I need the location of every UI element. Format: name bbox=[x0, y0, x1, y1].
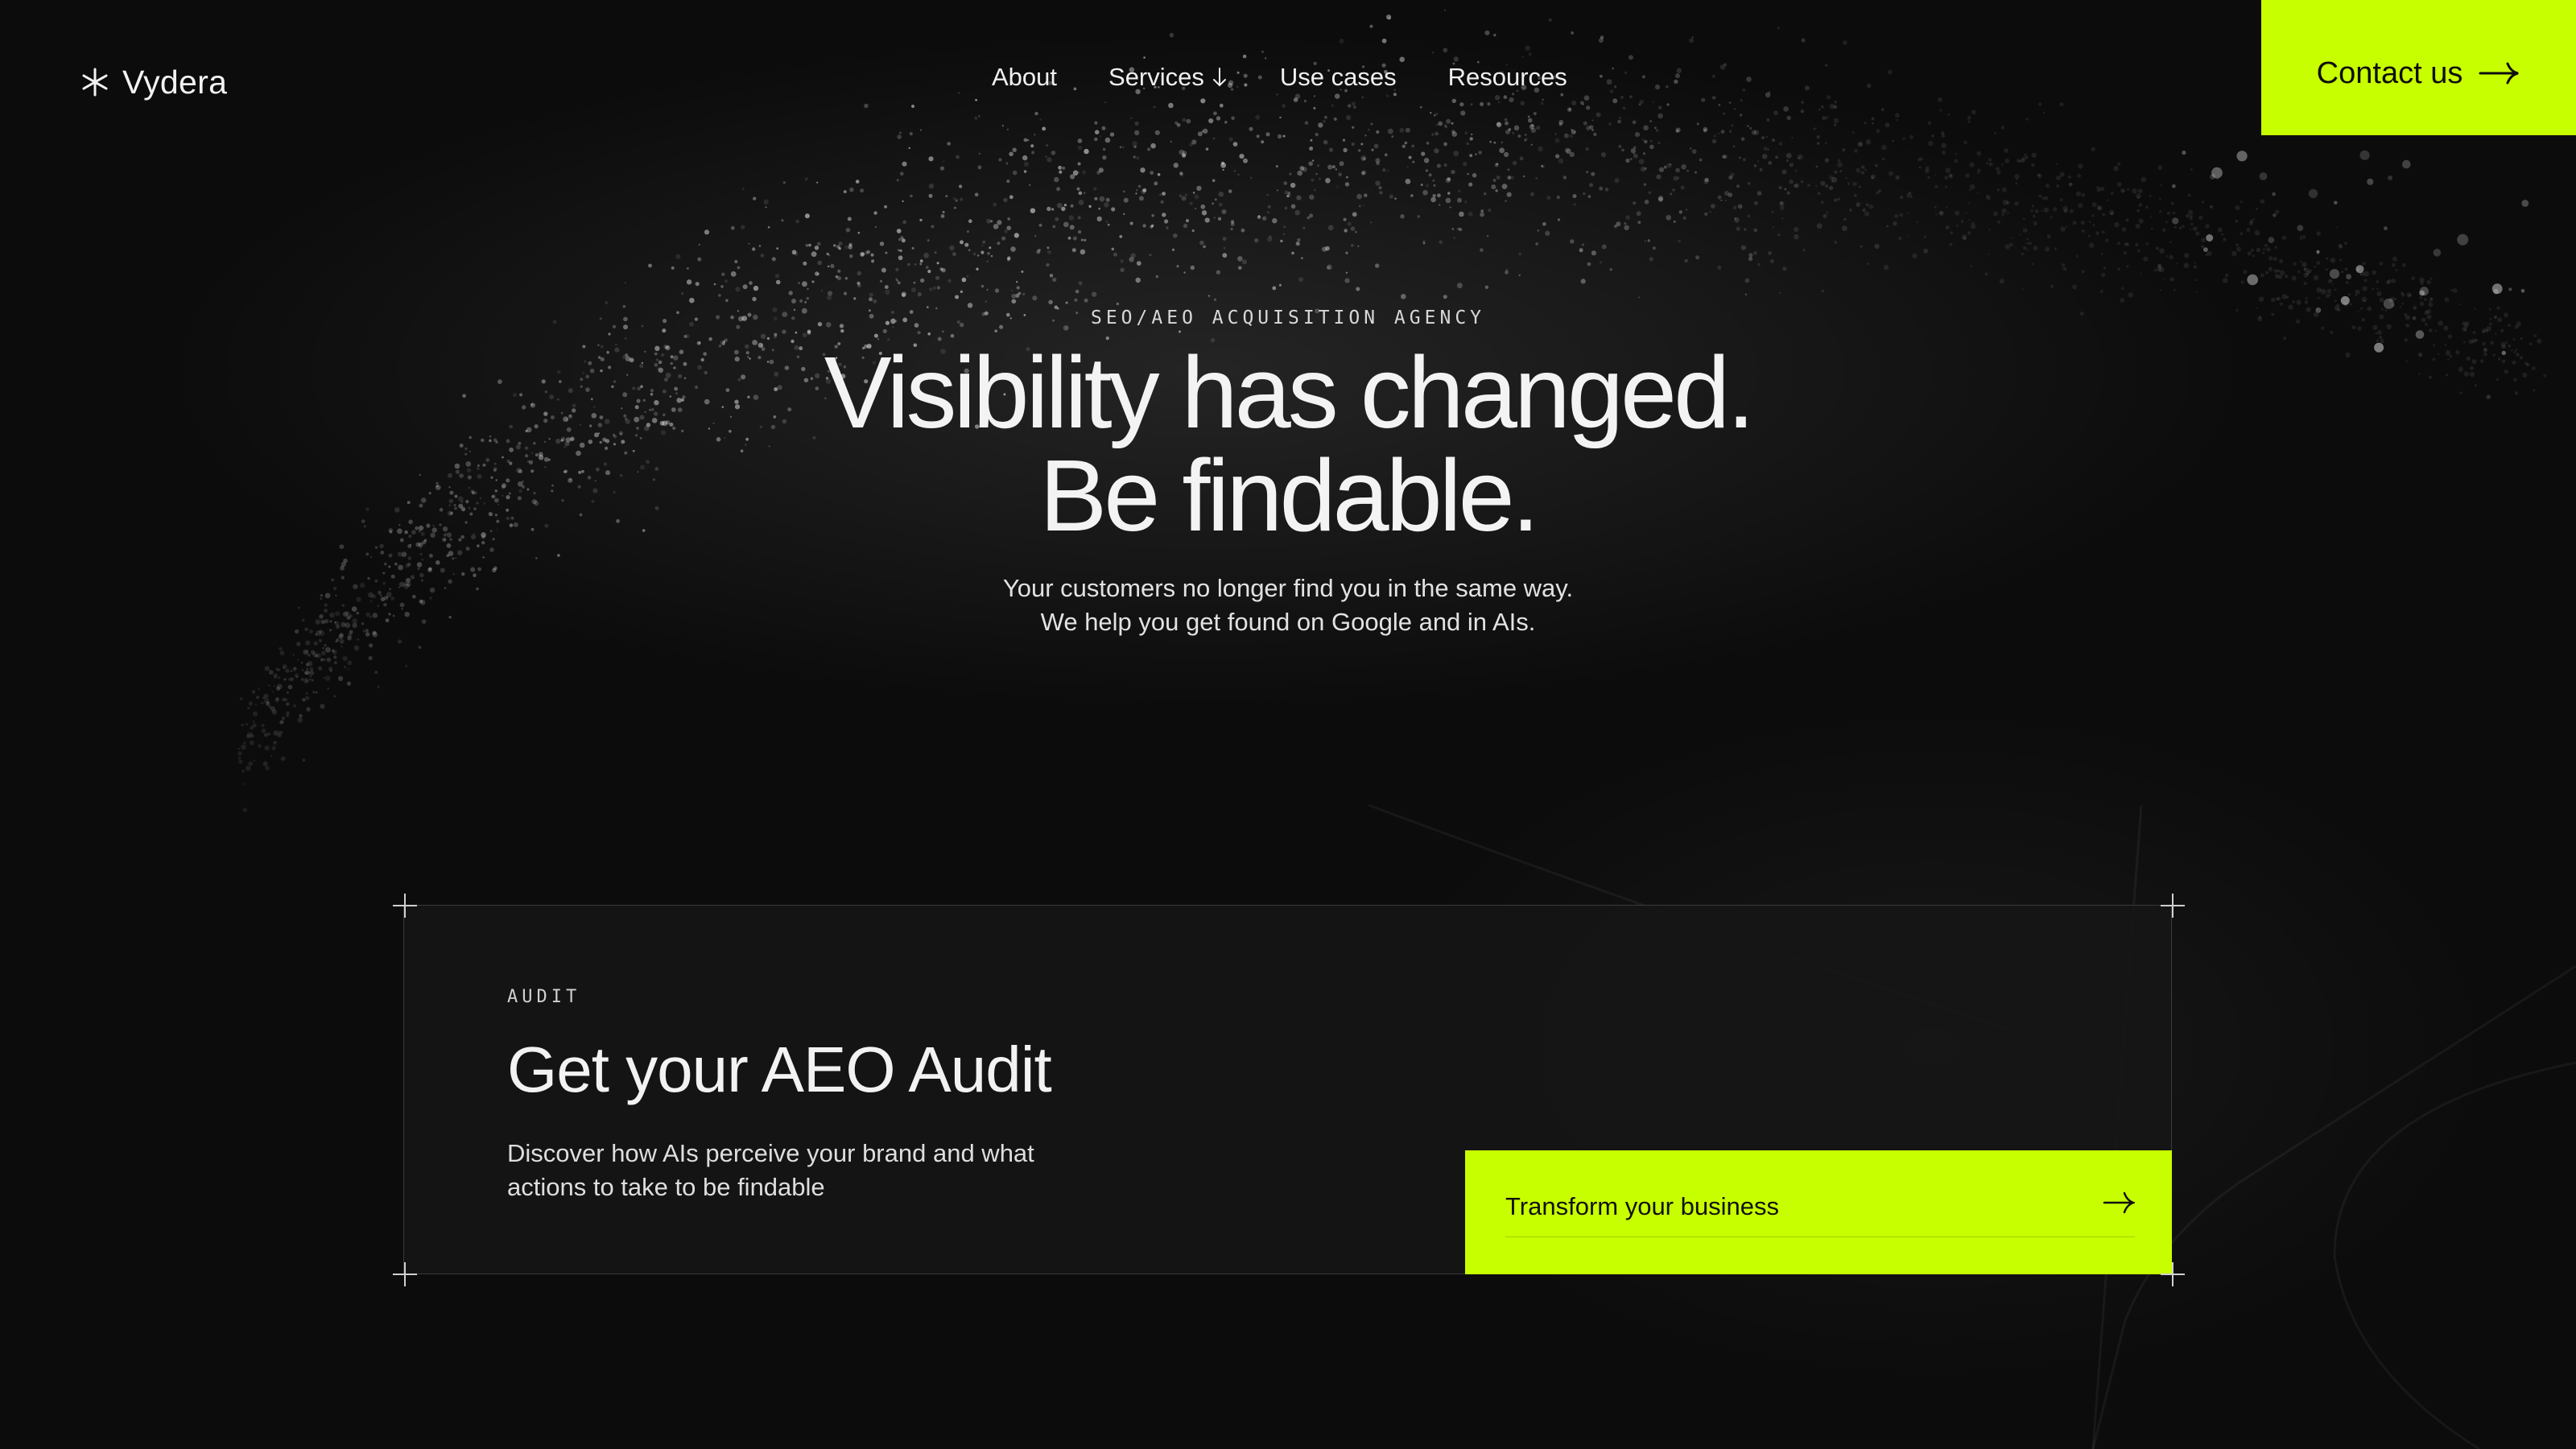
arrow-down-icon bbox=[1212, 68, 1226, 87]
hero-subtext: Your customers no longer find you in the… bbox=[0, 572, 2576, 639]
audit-card: AUDIT Get your AEO Audit Discover how AI… bbox=[403, 905, 2172, 1274]
card-corner-marker bbox=[393, 1262, 417, 1286]
hero-headline-line: Visibility has changed. bbox=[824, 336, 1755, 449]
cta-label: Transform your business bbox=[1505, 1192, 1779, 1220]
hero-headline: Visibility has changed. Be findable. bbox=[0, 341, 2576, 547]
card-corner-marker bbox=[2161, 1262, 2185, 1286]
arrow-right-icon bbox=[2479, 62, 2519, 85]
nav-item-services[interactable]: Services bbox=[1108, 63, 1228, 92]
audit-description: Discover how AIs perceive your brand and… bbox=[507, 1139, 1034, 1201]
transform-business-button[interactable]: Transform your business bbox=[1465, 1150, 2172, 1274]
nav-item-label: About bbox=[992, 63, 1058, 91]
nav-item-resources[interactable]: Resources bbox=[1448, 63, 1567, 92]
brand-name: Vydera bbox=[122, 63, 228, 101]
nav-item-about[interactable]: About bbox=[992, 63, 1057, 92]
card-corner-marker bbox=[2161, 894, 2185, 918]
audit-eyebrow: AUDIT bbox=[507, 987, 581, 1007]
contact-button[interactable]: Contact us bbox=[2261, 0, 2576, 135]
hero-subtext-line: We help you get found on Google and in A… bbox=[1040, 608, 1536, 636]
main-nav: About Services Use cases Resources bbox=[992, 63, 1567, 92]
nav-item-use-cases[interactable]: Use cases bbox=[1280, 63, 1397, 92]
nav-item-label: Use cases bbox=[1279, 63, 1397, 91]
audit-title: Get your AEO Audit bbox=[507, 1034, 1052, 1105]
arrow-right-icon bbox=[2103, 1191, 2135, 1214]
hero-section: SEO/AEO ACQUISITION AGENCY Visibility ha… bbox=[0, 308, 2576, 639]
hero-headline-line: Be findable. bbox=[1039, 439, 1539, 552]
contact-button-label: Contact us bbox=[2316, 56, 2463, 90]
brand-logo[interactable]: Vydera bbox=[79, 61, 227, 103]
nav-item-label: Services bbox=[1108, 63, 1204, 91]
nav-item-label: Resources bbox=[1447, 63, 1567, 91]
cta-underline bbox=[1505, 1236, 2135, 1237]
hero-subtext-line: Your customers no longer find you in the… bbox=[1002, 574, 1574, 602]
card-corner-marker bbox=[393, 894, 417, 918]
hero-eyebrow: SEO/AEO ACQUISITION AGENCY bbox=[1090, 308, 1486, 328]
asterisk-icon bbox=[82, 68, 108, 97]
